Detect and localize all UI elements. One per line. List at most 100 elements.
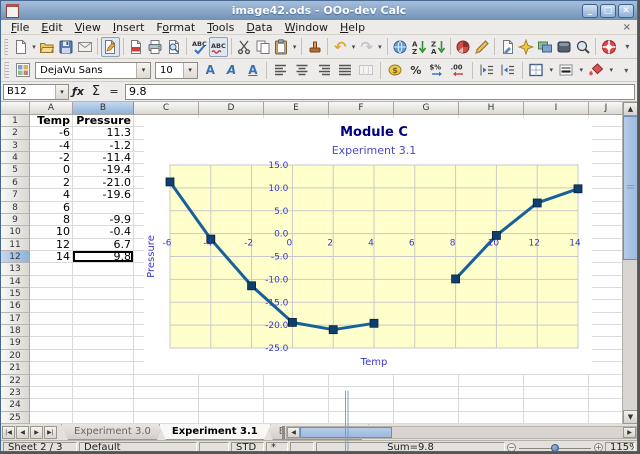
cell-H25[interactable] bbox=[459, 412, 524, 424]
cell-J22[interactable] bbox=[589, 375, 624, 387]
cell-F25[interactable] bbox=[329, 412, 394, 424]
function-wizard-icon[interactable]: ƒx bbox=[69, 85, 87, 98]
cell-C25[interactable] bbox=[134, 412, 199, 424]
minimize-button[interactable]: _ bbox=[582, 4, 598, 18]
close-button[interactable]: ✕ bbox=[618, 4, 634, 18]
scroll-down-icon[interactable]: ▼ bbox=[623, 410, 637, 424]
row-header-17[interactable]: 17 bbox=[1, 313, 30, 325]
cell-A17[interactable] bbox=[30, 313, 73, 325]
paste-dropdown-icon[interactable]: ▾ bbox=[291, 43, 299, 51]
new-document-icon[interactable] bbox=[11, 37, 30, 57]
menu-tools[interactable]: Tools bbox=[201, 20, 240, 35]
draw-functions-icon[interactable] bbox=[473, 37, 492, 57]
cell-A16[interactable] bbox=[30, 300, 73, 312]
cell-A18[interactable] bbox=[30, 325, 73, 337]
column-header-E[interactable]: E bbox=[264, 102, 329, 115]
cell-B10[interactable]: -0.4 bbox=[73, 226, 134, 238]
last-sheet-icon[interactable]: ▶| bbox=[44, 426, 57, 439]
scroll-up-icon[interactable]: ▲ bbox=[623, 102, 637, 116]
align-center-icon[interactable] bbox=[292, 60, 313, 80]
cell-A11[interactable]: 12 bbox=[30, 239, 73, 251]
sort-ascending-icon[interactable]: AZ bbox=[409, 37, 428, 57]
redo-icon[interactable]: ↷ bbox=[357, 37, 376, 57]
cell-J14[interactable] bbox=[589, 276, 624, 288]
menu-data[interactable]: Data bbox=[240, 20, 278, 35]
delete-decimal-icon[interactable]: .00 bbox=[448, 60, 469, 80]
cell-A8[interactable]: 6 bbox=[30, 202, 73, 214]
cell-B7[interactable]: -19.6 bbox=[73, 189, 134, 201]
cell-G24[interactable] bbox=[394, 399, 459, 411]
cell-A1[interactable]: Temp bbox=[30, 115, 73, 127]
currency-icon[interactable]: $ bbox=[384, 60, 405, 80]
cell-I23[interactable] bbox=[524, 387, 589, 399]
cell-J8[interactable] bbox=[589, 202, 624, 214]
cell-B20[interactable] bbox=[73, 350, 134, 362]
cell-A23[interactable] bbox=[30, 387, 73, 399]
cut-icon[interactable] bbox=[234, 37, 253, 57]
cell-J4[interactable] bbox=[589, 152, 624, 164]
previous-sheet-icon[interactable]: ◀ bbox=[16, 426, 29, 439]
copy-icon[interactable] bbox=[253, 37, 272, 57]
percent-icon[interactable]: % bbox=[405, 60, 426, 80]
column-header-G[interactable]: G bbox=[394, 102, 459, 115]
cell-J11[interactable] bbox=[589, 239, 624, 251]
cell-A12[interactable]: 14 bbox=[30, 251, 73, 263]
background-color-icon[interactable] bbox=[586, 60, 607, 80]
cell-A4[interactable]: -2 bbox=[30, 152, 73, 164]
cell-B23[interactable] bbox=[73, 387, 134, 399]
cell-B1[interactable]: Pressure bbox=[73, 115, 134, 127]
cell-B2[interactable]: 11.3 bbox=[73, 127, 134, 139]
sort-descending-icon[interactable]: ZA bbox=[428, 37, 447, 57]
find-replace-icon[interactable] bbox=[498, 37, 517, 57]
cell-A13[interactable] bbox=[30, 263, 73, 275]
cell-B22[interactable] bbox=[73, 375, 134, 387]
cell-A5[interactable]: 0 bbox=[30, 164, 73, 176]
cell-G23[interactable] bbox=[394, 387, 459, 399]
cell-B8[interactable] bbox=[73, 202, 134, 214]
scroll-left-icon[interactable]: ◀ bbox=[287, 427, 300, 438]
row-header-10[interactable]: 10 bbox=[1, 226, 30, 238]
horizontal-scrollbar[interactable]: ◀ ▶ bbox=[286, 426, 637, 439]
cell-E25[interactable] bbox=[264, 412, 329, 424]
cell-A9[interactable]: 8 bbox=[30, 214, 73, 226]
cell-B17[interactable] bbox=[73, 313, 134, 325]
cell-B18[interactable] bbox=[73, 325, 134, 337]
cell-A10[interactable]: 10 bbox=[30, 226, 73, 238]
cell-J6[interactable] bbox=[589, 177, 624, 189]
cell-J16[interactable] bbox=[589, 300, 624, 312]
cell-B4[interactable]: -11.4 bbox=[73, 152, 134, 164]
cell-G22[interactable] bbox=[394, 375, 459, 387]
cell-B16[interactable] bbox=[73, 300, 134, 312]
cell-B14[interactable] bbox=[73, 276, 134, 288]
cell-A21[interactable] bbox=[30, 362, 73, 374]
row-header-2[interactable]: 2 bbox=[1, 127, 30, 139]
row-header-5[interactable]: 5 bbox=[1, 164, 30, 176]
borders-icon[interactable] bbox=[526, 60, 547, 80]
row-header-25[interactable]: 25 bbox=[1, 412, 30, 424]
row-header-18[interactable]: 18 bbox=[1, 325, 30, 337]
row-header-14[interactable]: 14 bbox=[1, 276, 30, 288]
new-document-dropdown-icon[interactable]: ▾ bbox=[30, 43, 38, 51]
cell-J3[interactable] bbox=[589, 140, 624, 152]
cell-B12[interactable]: 9.8 bbox=[73, 251, 134, 263]
increase-indent-icon[interactable] bbox=[497, 60, 518, 80]
font-size-combo[interactable]: 10▾ bbox=[155, 62, 198, 79]
redo-dropdown-icon[interactable]: ▾ bbox=[376, 43, 384, 51]
cell-G25[interactable] bbox=[394, 412, 459, 424]
cell-J2[interactable] bbox=[589, 127, 624, 139]
menu-window[interactable]: Window bbox=[279, 20, 334, 35]
cell-E22[interactable] bbox=[264, 375, 329, 387]
column-header-D[interactable]: D bbox=[199, 102, 264, 115]
cell-A2[interactable]: -6 bbox=[30, 127, 73, 139]
page-preview-icon[interactable] bbox=[164, 37, 183, 57]
row-header-23[interactable]: 23 bbox=[1, 387, 30, 399]
row-header-6[interactable]: 6 bbox=[1, 177, 30, 189]
toolbar-overflow-icon[interactable]: ▾ bbox=[616, 60, 637, 80]
cell-J15[interactable] bbox=[589, 288, 624, 300]
cell-A25[interactable] bbox=[30, 412, 73, 424]
gallery-icon[interactable] bbox=[536, 37, 555, 57]
column-header-H[interactable]: H bbox=[459, 102, 524, 115]
auto-spellcheck-icon[interactable]: ABC bbox=[209, 37, 228, 57]
cell-B21[interactable] bbox=[73, 362, 134, 374]
zoom-in-icon[interactable]: + bbox=[594, 443, 603, 452]
